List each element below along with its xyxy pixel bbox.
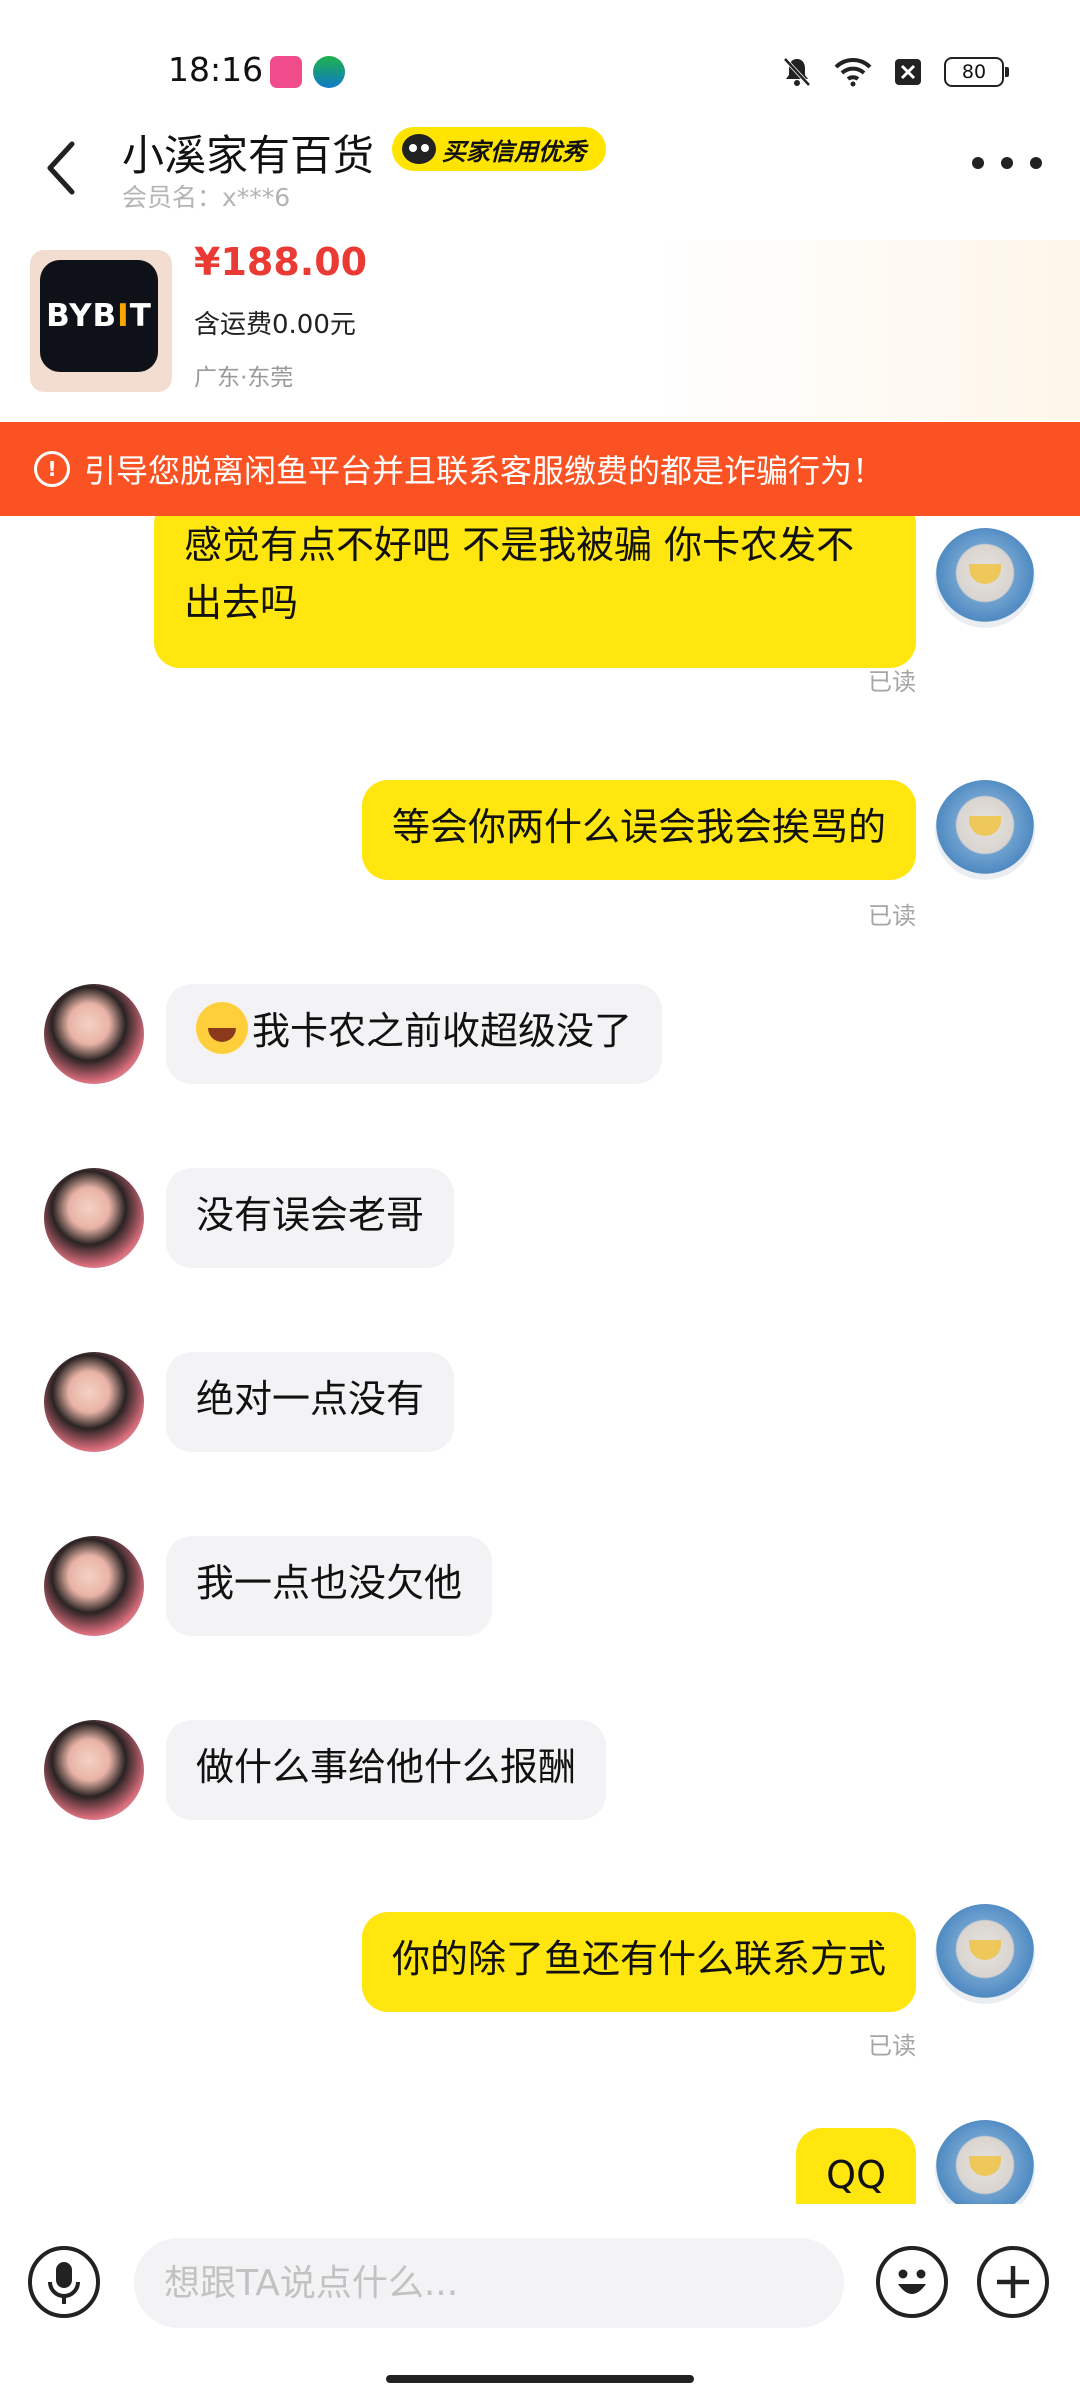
message-list[interactable]: 感觉有点不好吧 不是我被骗 你卡农发不出去吗 已读 等会你两什么误会我会挨骂的 …: [0, 516, 1080, 2204]
read-status: 已读: [868, 2032, 916, 2060]
product-card[interactable]: BYB I T ¥188.00 含运费0.00元 广东·东莞: [0, 240, 1080, 420]
emoji-icon[interactable]: [876, 2246, 948, 2318]
alert-icon: !: [34, 451, 70, 487]
message-bubble[interactable]: 没有误会老哥: [166, 1168, 455, 1268]
message-bubble[interactable]: 做什么事给他什么报酬: [166, 1720, 607, 1820]
home-indicator[interactable]: [386, 2375, 694, 2383]
fraud-warning-banner: ! 引导您脱离闲鱼平台并且联系客服缴费的都是诈骗行为！: [0, 422, 1080, 516]
input-bar: [0, 2204, 1080, 2360]
status-time: 18:16: [168, 50, 264, 89]
message-bubble[interactable]: 我一点也没欠他: [166, 1536, 493, 1636]
contact-avatar[interactable]: [44, 1352, 144, 1452]
contact-avatar[interactable]: [44, 984, 144, 1084]
credit-badge-label: 买家信用优秀: [442, 137, 586, 166]
no-sim-icon: [895, 59, 921, 85]
read-status: 已读: [868, 902, 916, 930]
bybit-logo: BYB I T: [40, 260, 158, 372]
my-avatar[interactable]: [935, 780, 1035, 880]
product-thumbnail[interactable]: BYB I T: [30, 250, 172, 392]
plus-icon[interactable]: [977, 2246, 1049, 2318]
member-name: 会员名：x***6: [122, 178, 290, 214]
message-bubble[interactable]: 绝对一点没有: [166, 1352, 455, 1452]
message-bubble[interactable]: 等会你两什么误会我会挨骂的: [361, 780, 916, 880]
product-shipping: 含运费0.00元: [194, 310, 356, 340]
my-avatar[interactable]: [935, 2120, 1035, 2204]
back-arrow-icon[interactable]: [36, 130, 92, 206]
warning-text: 引导您脱离闲鱼平台并且联系客服缴费的都是诈骗行为！: [84, 452, 885, 490]
contact-avatar[interactable]: [44, 1536, 144, 1636]
shop-name[interactable]: 小溪家有百货: [122, 122, 374, 183]
more-dots-icon[interactable]: [972, 148, 1042, 178]
wifi-icon: [834, 57, 872, 87]
message-input[interactable]: [134, 2238, 844, 2328]
status-icons: 80: [782, 54, 1009, 90]
message-bubble[interactable]: QQ: [796, 2128, 916, 2204]
product-location: 广东·东莞: [194, 365, 294, 391]
member-label: 会员名：: [122, 183, 223, 212]
member-id: x***6: [222, 183, 291, 212]
credit-badge[interactable]: 买家信用优秀: [392, 127, 606, 171]
message-bubble[interactable]: 感觉有点不好吧 不是我被骗 你卡农发不出去吗: [154, 516, 916, 668]
battery-icon: 80: [944, 57, 1009, 87]
notification-app-icon: [270, 56, 302, 88]
message-bubble[interactable]: 我卡农之前收超级没了: [166, 984, 663, 1084]
microphone-icon[interactable]: [28, 2246, 100, 2318]
message-bubble[interactable]: 你的除了鱼还有什么联系方式: [361, 1912, 916, 2012]
chat-header: 小溪家有百货 买家信用优秀 会员名：x***6: [0, 110, 1080, 220]
my-avatar[interactable]: [935, 528, 1035, 628]
contact-avatar[interactable]: [44, 1168, 144, 1268]
crying-laughing-emoji-icon: [196, 1002, 248, 1054]
my-avatar[interactable]: [935, 1904, 1035, 2004]
mute-bell-icon: [783, 57, 811, 87]
product-price: ¥188.00: [194, 240, 368, 284]
notification-app-icon: [313, 56, 345, 88]
fish-face-icon: [402, 134, 436, 164]
read-status: 已读: [868, 668, 916, 696]
contact-avatar[interactable]: [44, 1720, 144, 1820]
